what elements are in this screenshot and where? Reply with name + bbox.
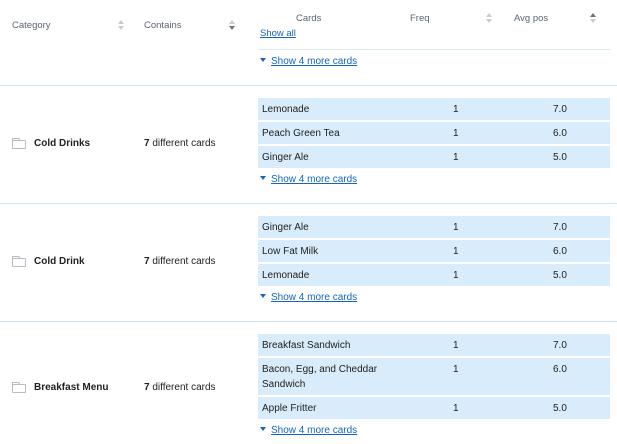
contains-suffix: different cards [149, 138, 216, 149]
column-header-contains[interactable]: Contains [144, 20, 182, 31]
table-header: Category Contains Cards Show all Freq Av… [0, 0, 617, 50]
card-freq: 1 [453, 104, 459, 115]
card-row[interactable]: Lemonade 1 7.0 [258, 98, 610, 120]
card-name[interactable]: Ginger Ale [262, 220, 309, 235]
contains-cell: 7 different cards [144, 382, 216, 393]
column-header-category[interactable]: Category [12, 20, 51, 31]
card-row[interactable]: Ginger Ale 1 7.0 [258, 216, 610, 238]
card-row[interactable]: Apple Fritter 1 5.0 [258, 397, 610, 419]
card-avg-pos: 7.0 [553, 340, 567, 351]
caret-down-icon [260, 176, 266, 181]
sort-icon[interactable] [590, 13, 596, 23]
sort-icon[interactable] [118, 20, 124, 30]
show-more-cards-link[interactable]: Show 4 more cards [260, 292, 357, 303]
card-avg-pos: 5.0 [553, 403, 567, 414]
show-more-cards-link[interactable]: Show 4 more cards [260, 56, 357, 67]
card-freq: 1 [453, 270, 459, 281]
category-cell: Cold Drink [12, 256, 85, 267]
card-row[interactable]: Peach Green Tea 1 6.0 [258, 122, 610, 144]
card-name[interactable]: Ginger Ale [262, 150, 309, 165]
card-avg-pos: 5.0 [553, 270, 567, 281]
sort-icon[interactable] [229, 20, 235, 30]
card-avg-pos: 7.0 [553, 222, 567, 233]
card-avg-pos: 6.0 [553, 246, 567, 257]
sort-icon[interactable] [486, 13, 492, 23]
row-separator [0, 203, 617, 204]
show-more-cards-link[interactable]: Show 4 more cards [260, 174, 357, 185]
card-avg-pos: 5.0 [553, 152, 567, 163]
folder-icon [12, 138, 26, 149]
folder-icon [12, 256, 26, 267]
card-freq: 1 [453, 222, 459, 233]
category-name: Cold Drink [34, 256, 85, 267]
category-cell: Cold Drinks [12, 138, 90, 149]
card-row[interactable]: Bacon, Egg, and Cheddar Sandwich 1 6.0 [258, 358, 610, 395]
card-name[interactable]: Lemonade [262, 102, 309, 117]
card-freq: 1 [453, 403, 459, 414]
card-freq: 1 [453, 340, 459, 351]
card-name[interactable]: Apple Fritter [262, 401, 316, 416]
category-name: Breakfast Menu [34, 382, 109, 393]
category-cell: Breakfast Menu [12, 382, 108, 393]
card-name[interactable]: Lemonade [262, 268, 309, 283]
card-row[interactable]: Lemonade 1 5.0 [258, 264, 610, 286]
card-name[interactable]: Low Fat Milk [262, 244, 318, 259]
folder-icon [12, 382, 26, 393]
card-row[interactable]: Low Fat Milk 1 6.0 [258, 240, 610, 262]
contains-cell: 7 different cards [144, 138, 216, 149]
card-row[interactable]: Ginger Ale 1 5.0 [258, 146, 610, 168]
contains-cell: 7 different cards [144, 256, 216, 267]
caret-down-icon [260, 294, 266, 299]
card-avg-pos: 6.0 [553, 128, 567, 139]
contains-suffix: different cards [149, 256, 216, 267]
card-freq: 1 [453, 246, 459, 257]
row-separator [0, 85, 617, 86]
show-more-cards-link[interactable]: Show 4 more cards [260, 425, 357, 436]
card-name[interactable]: Bacon, Egg, and Cheddar Sandwich [262, 362, 412, 392]
card-freq: 1 [453, 128, 459, 139]
card-name[interactable]: Peach Green Tea [262, 126, 340, 141]
column-header-freq[interactable]: Freq [410, 13, 430, 24]
row-separator [0, 321, 617, 322]
category-name: Cold Drinks [34, 138, 91, 149]
column-header-avg-pos[interactable]: Avg pos [514, 13, 548, 24]
contains-suffix: different cards [149, 382, 216, 393]
card-avg-pos: 7.0 [553, 104, 567, 115]
caret-down-icon [260, 427, 266, 432]
show-all-link[interactable]: Show all [260, 28, 296, 39]
header-divider [258, 49, 610, 50]
column-header-cards: Cards [296, 13, 322, 24]
card-freq: 1 [453, 364, 459, 375]
card-avg-pos: 6.0 [553, 364, 567, 375]
card-freq: 1 [453, 152, 459, 163]
card-row[interactable]: Breakfast Sandwich 1 7.0 [258, 334, 610, 356]
card-name[interactable]: Breakfast Sandwich [262, 338, 350, 353]
caret-down-icon [260, 58, 266, 63]
